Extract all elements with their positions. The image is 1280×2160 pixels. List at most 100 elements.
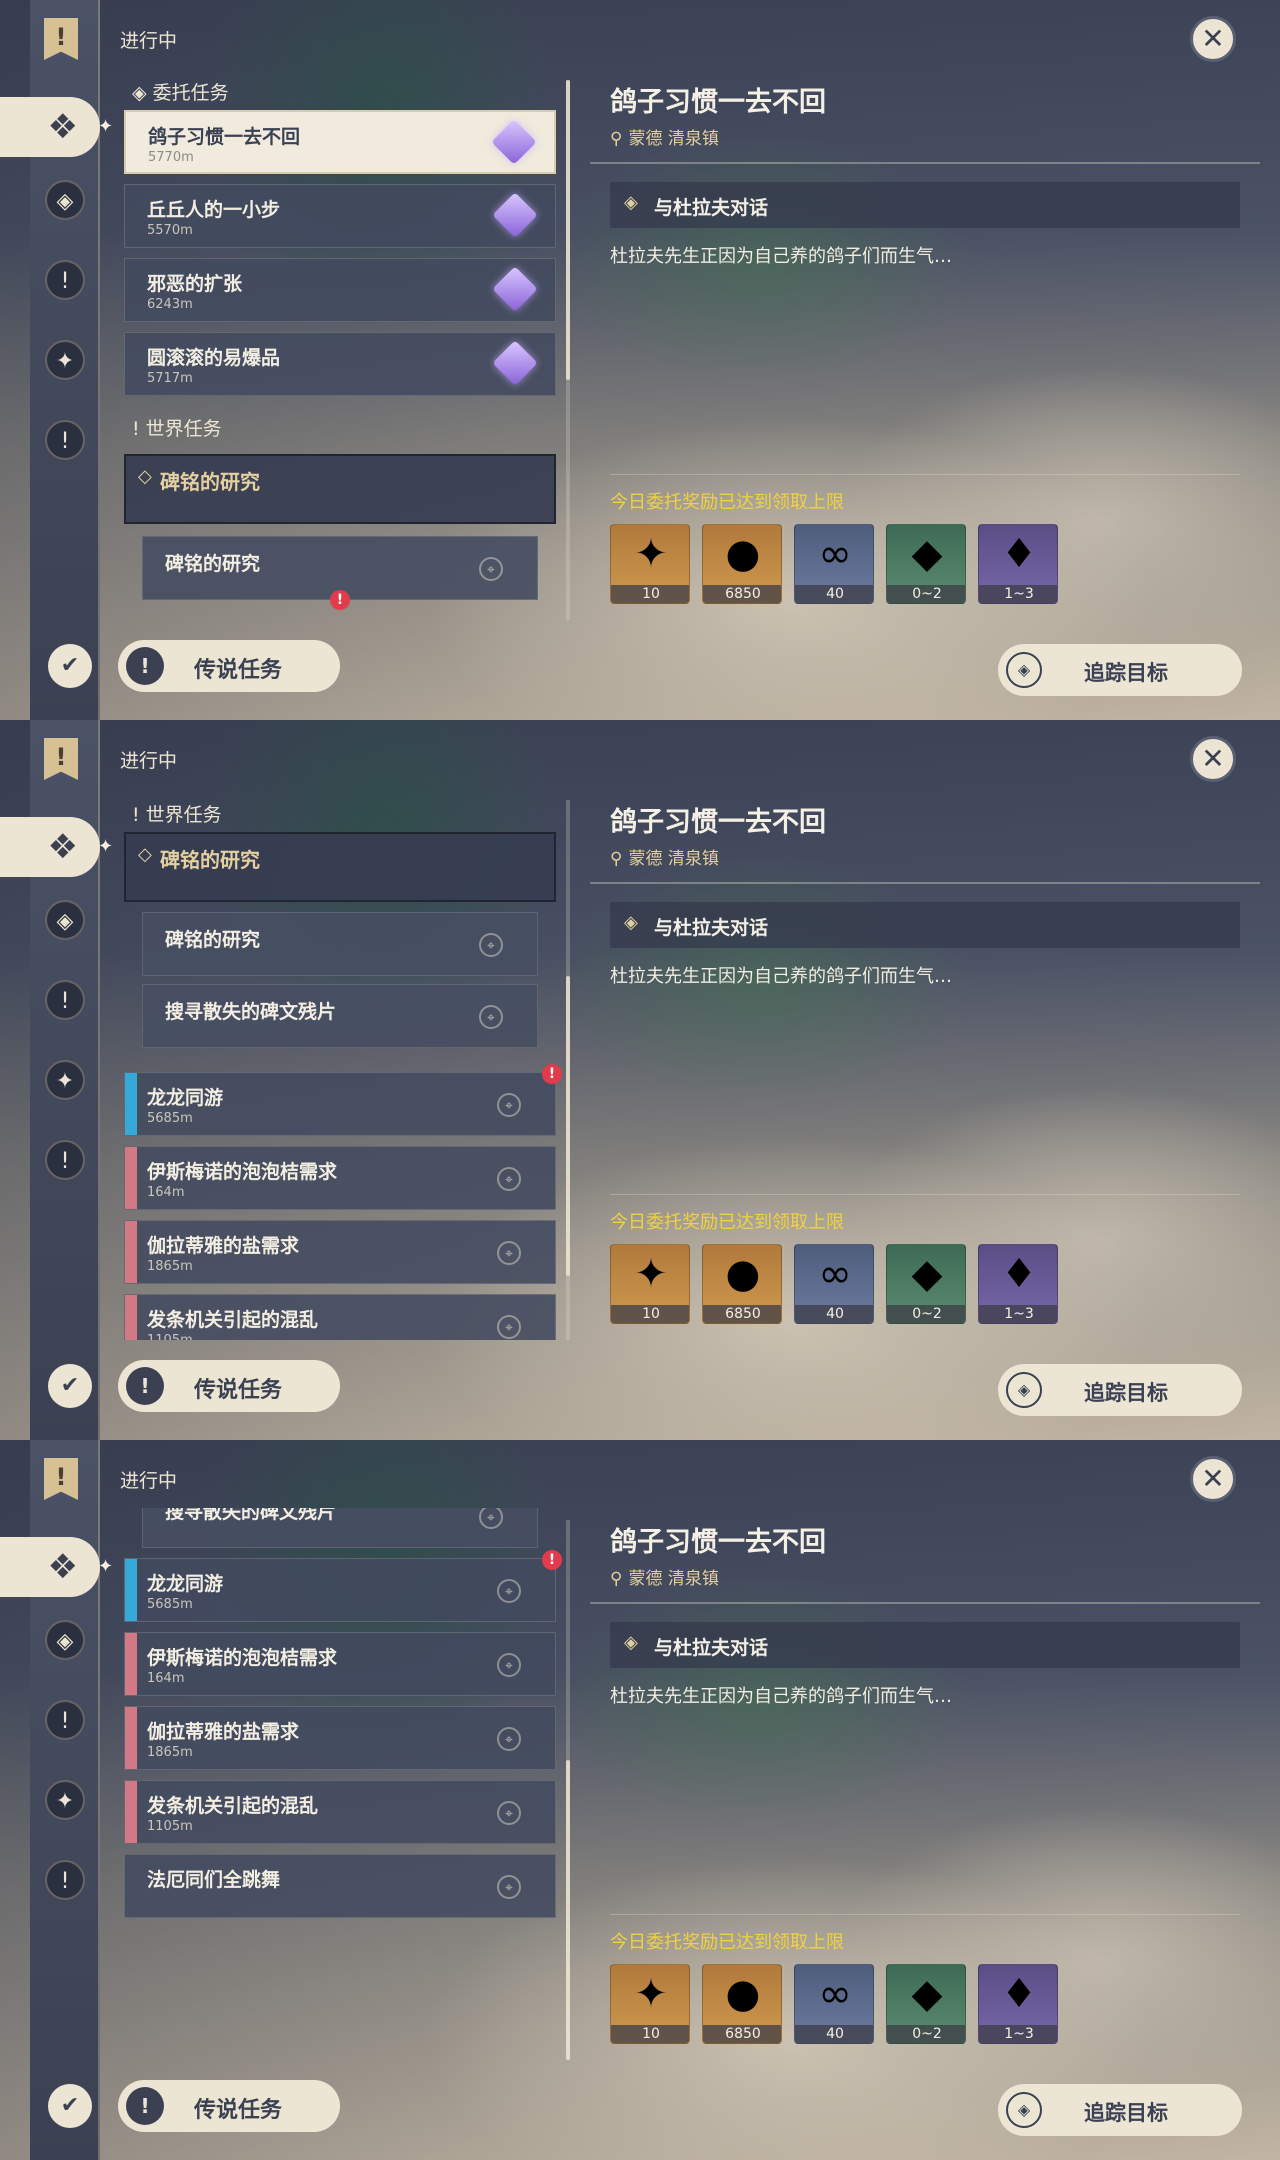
map-pin-icon[interactable]: ⌖ (497, 1579, 521, 1603)
archon-quest-icon[interactable]: ◈ (45, 180, 85, 220)
quest-row[interactable]: 龙龙同游 5685m ⌖ (124, 1558, 556, 1622)
quest-log-icon[interactable]: ✔ (48, 644, 92, 688)
reward-item[interactable]: ● 6850 (702, 524, 782, 604)
map-pin-icon[interactable]: ⌖ (479, 1005, 503, 1029)
reward-item[interactable]: ∞ 40 (794, 524, 874, 604)
sub-quest-title: 碑铭的研究 (165, 553, 261, 575)
scrollbar[interactable] (566, 1520, 570, 2060)
legend-quest-button[interactable]: ! 传说任务 (118, 2080, 340, 2132)
scrollbar[interactable] (566, 80, 570, 620)
track-objective-button[interactable]: ◈ 追踪目标 (998, 2084, 1242, 2136)
quest-title: 发条机关引起的混乱 (147, 1795, 319, 1817)
story-quest-icon[interactable]: ! (45, 980, 85, 1020)
quest-group[interactable]: ◇ 碑铭的研究 (124, 454, 556, 524)
rail-active-tab[interactable]: ❖ (0, 97, 100, 157)
quest-list[interactable]: 搜寻散失的碑文残片 ⌖ 龙龙同游 5685m ⌖ ! 伊斯梅诺的泡泡桔需求 16… (120, 1508, 570, 2060)
map-pin-icon[interactable]: ⌖ (497, 1315, 521, 1339)
reward-item[interactable]: ∞ 40 (794, 1964, 874, 2044)
map-pin-icon[interactable]: ⌖ (497, 1727, 521, 1751)
map-pin-icon[interactable]: ⌖ (479, 557, 503, 581)
reward-item[interactable]: ∞ 40 (794, 1244, 874, 1324)
quest-row[interactable]: 龙龙同游 5685m ⌖ (124, 1072, 556, 1136)
world-quest-section-icon: ! (132, 418, 146, 440)
quest-title: 伊斯梅诺的泡泡桔需求 (147, 1161, 338, 1183)
archon-quest-icon[interactable]: ◈ (45, 1620, 85, 1660)
archon-quest-icon[interactable]: ◈ (45, 900, 85, 940)
quest-row[interactable]: 丘丘人的一小步 5570m (124, 184, 556, 248)
quest-row-selected[interactable]: 鸽子习惯一去不回 5770m (124, 110, 556, 174)
reward-item[interactable]: ♦ 1~3 (978, 1964, 1058, 2044)
reward-item[interactable]: ◆ 0~2 (886, 524, 966, 604)
map-pin-icon[interactable]: ⌖ (497, 1167, 521, 1191)
quest-row[interactable]: 伊斯梅诺的泡泡桔需求 164m ⌖ (124, 1146, 556, 1210)
commission-gem-icon (491, 119, 537, 165)
reward-count: 10 (611, 1305, 689, 1323)
world-quest-icon[interactable]: ! (45, 420, 85, 460)
map-pin-icon[interactable]: ⌖ (497, 1241, 521, 1265)
reward-item[interactable]: ✦ 10 (610, 1244, 690, 1324)
track-objective-button[interactable]: ◈ 追踪目标 (998, 1364, 1242, 1416)
story-quest-icon[interactable]: ! (45, 260, 85, 300)
legend-quest-button[interactable]: ! 传说任务 (118, 1360, 340, 1412)
quest-log-icon[interactable]: ✔ (48, 2084, 92, 2128)
reward-list: ✦ 10 ● 6850 ∞ 40 ◆ 0~2 ♦ 1~3 (610, 1964, 1070, 2044)
reward-item[interactable]: ✦ 10 (610, 1964, 690, 2044)
reward-item[interactable]: ✦ 10 (610, 524, 690, 604)
quest-row[interactable]: 法厄同们全跳舞 ⌖ (124, 1854, 556, 1918)
quest-log-icon[interactable]: ✔ (48, 1364, 92, 1408)
scrollbar-thumb[interactable] (566, 976, 570, 1276)
quest-row[interactable]: 发条机关引起的混乱 1105m ⌖ (124, 1780, 556, 1844)
commission-gem-icon (492, 266, 538, 312)
status-label: 进行中 (120, 750, 178, 772)
spark-icon: ✦ (98, 836, 114, 857)
sub-quest-row[interactable]: 搜寻散失的碑文残片 ⌖ (142, 1508, 538, 1548)
quest-group[interactable]: ◇ 碑铭的研究 (124, 832, 556, 902)
group-diamond-icon: ◇ (138, 844, 152, 865)
map-pin-icon[interactable]: ⌖ (497, 1653, 521, 1677)
reward-count: 10 (611, 2025, 689, 2043)
reward-item[interactable]: ● 6850 (702, 1964, 782, 2044)
reward-item[interactable]: ◆ 0~2 (886, 1244, 966, 1324)
quest-row[interactable]: 伽拉蒂雅的盐需求 1865m ⌖ (124, 1706, 556, 1770)
world-quest-icon[interactable]: ! (45, 1860, 85, 1900)
sub-quest-row[interactable]: 搜寻散失的碑文残片 ⌖ (142, 984, 538, 1048)
quest-list[interactable]: ◈ 委托任务 鸽子习惯一去不回 5770m 丘丘人的一小步 5570m 邪恶的扩… (120, 68, 570, 620)
quest-row[interactable]: 发条机关引起的混乱 1105m ⌖ (124, 1294, 556, 1340)
story-quest-icon[interactable]: ! (45, 1700, 85, 1740)
scrollbar[interactable] (566, 800, 570, 1340)
quest-row[interactable]: 伊斯梅诺的泡泡桔需求 164m ⌖ (124, 1632, 556, 1696)
track-objective-label: 追踪目标 (1084, 661, 1168, 685)
reward-item[interactable]: ♦ 1~3 (978, 1244, 1058, 1324)
rail-active-tab[interactable]: ❖ (0, 1537, 100, 1597)
reward-item[interactable]: ● 6850 (702, 1244, 782, 1324)
quest-distance: 1865m (147, 1745, 193, 1760)
map-pin-icon[interactable]: ⌖ (479, 1508, 503, 1529)
commission-header: ◈ 委托任务 (132, 82, 229, 104)
legend-quest-button[interactable]: ! 传说任务 (118, 640, 340, 692)
group-title: 碑铭的研究 (160, 470, 260, 494)
track-objective-button[interactable]: ◈ 追踪目标 (998, 644, 1242, 696)
scrollbar-thumb[interactable] (566, 1760, 570, 2060)
commission-icon[interactable]: ✦ (45, 1780, 85, 1820)
track-diamond-icon: ◈ (1006, 652, 1042, 688)
quest-row[interactable]: 邪恶的扩张 6243m (124, 258, 556, 322)
sub-quest-row[interactable]: 碑铭的研究 ⌖ (142, 912, 538, 976)
spark-icon: ✦ (98, 1556, 114, 1577)
track-diamond-icon: ◈ (1006, 1372, 1042, 1408)
reward-item[interactable]: ◆ 0~2 (886, 1964, 966, 2044)
world-quest-icon[interactable]: ! (45, 1140, 85, 1180)
scrollbar-thumb[interactable] (566, 80, 570, 380)
commission-icon[interactable]: ✦ (45, 340, 85, 380)
rail-active-tab[interactable]: ❖ (0, 817, 100, 877)
quest-list[interactable]: ! 世界任务 ◇ 碑铭的研究 碑铭的研究 ⌖ 搜寻散失的碑文残片 ⌖ 龙龙同游 … (120, 788, 570, 1340)
commission-icon[interactable]: ✦ (45, 1060, 85, 1100)
quest-row[interactable]: 圆滚滚的易爆品 5717m (124, 332, 556, 396)
map-pin-icon[interactable]: ⌖ (497, 1875, 521, 1899)
divider (590, 1602, 1260, 1604)
reward-list: ✦ 10 ● 6850 ∞ 40 ◆ 0~2 ♦ 1~3 (610, 1244, 1070, 1324)
map-pin-icon[interactable]: ⌖ (497, 1801, 521, 1825)
map-pin-icon[interactable]: ⌖ (497, 1093, 521, 1117)
reward-item[interactable]: ♦ 1~3 (978, 524, 1058, 604)
quest-row[interactable]: 伽拉蒂雅的盐需求 1865m ⌖ (124, 1220, 556, 1284)
map-pin-icon[interactable]: ⌖ (479, 933, 503, 957)
